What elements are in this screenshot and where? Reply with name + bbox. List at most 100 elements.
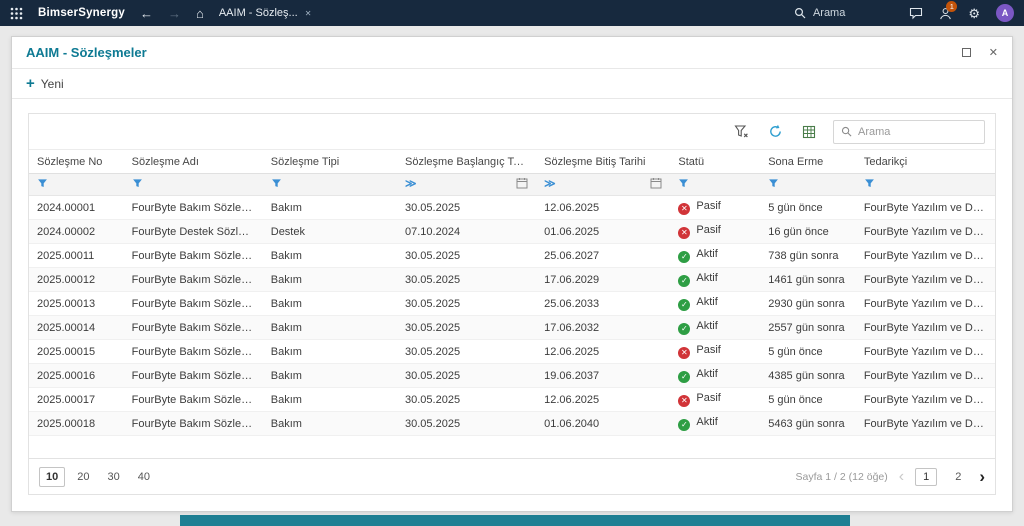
- start-date-cell: 30.05.2025: [397, 195, 537, 220]
- table-row[interactable]: 2025.00014 FourByte Bakım Sözleşmesi Bakım…: [29, 315, 995, 340]
- filter-cell-supplier[interactable]: [855, 173, 995, 196]
- grid-search-input[interactable]: [858, 125, 977, 138]
- table-row[interactable]: 2024.00002 FourByte Destek Sözleşmesi Dest…: [29, 219, 995, 244]
- settings-gear-icon[interactable]: ⚙: [968, 7, 980, 20]
- status-cell: ✓ Aktif: [670, 363, 761, 388]
- table-row[interactable]: 2025.00013 FourByte Bakım Sözleşmesi Bakım…: [29, 291, 995, 316]
- refresh-button[interactable]: [765, 122, 785, 142]
- next-page-button[interactable]: ›: [979, 468, 985, 485]
- topbar-search-label: Arama: [812, 7, 846, 19]
- date-operator-icon[interactable]: ≫: [405, 179, 417, 190]
- table-row[interactable]: 2024.00001 FourByte Bakım Sözleşmesi Bakım…: [29, 195, 995, 220]
- status-cell: ✓ Aktif: [670, 315, 761, 340]
- filter-cell-contract-name[interactable]: [123, 173, 263, 196]
- close-icon[interactable]: ✕: [989, 46, 998, 59]
- table-row[interactable]: 2025.00018 FourByte Bakım Sözleşmesi Bakım…: [29, 411, 995, 436]
- filter-icon[interactable]: [271, 178, 282, 192]
- header-row: Sözleşme No Sözleşme Adı Sözleşme Tipi S…: [29, 150, 995, 174]
- status-inactive-icon: ✕: [678, 226, 691, 239]
- notifications-button[interactable]: 1: [939, 0, 958, 20]
- column-header-supplier[interactable]: Tedarikçi: [855, 150, 995, 174]
- start-date-cell: 30.05.2025: [397, 387, 537, 412]
- maximize-icon[interactable]: [961, 48, 971, 57]
- column-header-contract-type[interactable]: Sözleşme Tipi: [262, 150, 398, 174]
- supplier-cell: FourByte Yazılım ve Danışmanlık LTD. ...: [855, 315, 995, 340]
- column-header-expiry[interactable]: Sona Erme: [760, 150, 856, 174]
- window-header: AAIM - Sözleşmeler ✕: [12, 37, 1012, 69]
- expiry-cell: 5 gün önce: [760, 387, 856, 412]
- filter-cell-start-date[interactable]: ≫: [397, 173, 537, 196]
- supplier-cell: FourByte Yazılım ve Danışmanlık LTD. ...: [855, 219, 995, 244]
- contract-name-cell: FourByte Bakım Sözleşmesi: [123, 411, 263, 436]
- filter-cell-expiry[interactable]: [760, 173, 856, 196]
- contract-name-cell: FourByte Bakım Sözleşmesi: [123, 387, 263, 412]
- search-icon: [794, 7, 806, 19]
- user-avatar[interactable]: A: [996, 4, 1014, 22]
- contract-no-cell: 2025.00017: [29, 387, 124, 412]
- column-header-contract-no[interactable]: Sözleşme No: [29, 150, 124, 174]
- refresh-icon: [769, 124, 781, 137]
- status-label: Aktif: [696, 248, 718, 261]
- filter-cell-contract-type[interactable]: [262, 173, 398, 196]
- contract-no-cell: 2025.00018: [29, 411, 124, 436]
- contract-name-cell: FourByte Bakım Sözleşmesi: [123, 243, 263, 268]
- status-cell: ✓ Aktif: [670, 291, 761, 316]
- start-date-cell: 30.05.2025: [397, 363, 537, 388]
- calendar-icon[interactable]: [516, 177, 528, 192]
- page-size-40[interactable]: 40: [132, 468, 156, 486]
- back-button[interactable]: ←: [140, 7, 153, 20]
- filter-row: ≫ ≫: [29, 173, 995, 196]
- open-tab[interactable]: AAIM - Sözleş... ✕: [219, 7, 312, 19]
- filter-icon[interactable]: [132, 178, 143, 192]
- new-button[interactable]: + Yeni: [26, 76, 64, 91]
- home-button[interactable]: ⌂: [196, 7, 204, 20]
- contract-name-cell: FourByte Bakım Sözleşmesi: [123, 315, 263, 340]
- status-inactive-icon: ✕: [678, 346, 691, 359]
- forward-button: →: [167, 5, 181, 21]
- contract-type-cell: Bakım: [262, 195, 398, 220]
- table-row[interactable]: 2025.00016 FourByte Bakım Sözleşmesi Bakım…: [29, 363, 995, 388]
- contract-no-cell: 2025.00011: [29, 243, 124, 268]
- column-header-contract-name[interactable]: Sözleşme Adı: [123, 150, 263, 174]
- filter-icon[interactable]: [37, 178, 48, 192]
- page-2-button[interactable]: 2: [948, 469, 968, 485]
- table-row[interactable]: 2025.00015 FourByte Bakım Sözleşmesi Bakım…: [29, 339, 995, 364]
- calendar-icon[interactable]: [650, 177, 662, 192]
- filter-cell-status[interactable]: [670, 173, 761, 196]
- table-row[interactable]: 2025.00017 FourByte Bakım Sözleşmesi Bakım…: [29, 387, 995, 412]
- filter-icon[interactable]: [864, 178, 875, 192]
- filter-cell-contract-no[interactable]: [29, 173, 124, 196]
- page-size-10[interactable]: 10: [39, 466, 66, 487]
- filter-icon[interactable]: [678, 178, 689, 192]
- status-cell: ✕ Pasif: [670, 339, 761, 364]
- page-size-20[interactable]: 20: [71, 468, 95, 486]
- contract-no-cell: 2025.00016: [29, 363, 124, 388]
- column-header-status[interactable]: Statü: [670, 150, 761, 174]
- chat-button[interactable]: [909, 7, 923, 20]
- status-label: Aktif: [696, 416, 718, 429]
- filter-cell-end-date[interactable]: ≫: [536, 173, 671, 196]
- supplier-cell: FourByte Yazılım ve Danışmanlık LTD. ...: [855, 339, 995, 364]
- expiry-cell: 738 gün sonra: [760, 243, 856, 268]
- date-operator-icon[interactable]: ≫: [544, 179, 556, 190]
- end-date-cell: 17.06.2032: [536, 315, 671, 340]
- page-1-button[interactable]: 1: [915, 467, 938, 486]
- topbar-search[interactable]: Arama: [794, 7, 845, 19]
- clear-filter-button[interactable]: [731, 122, 751, 142]
- end-date-cell: 25.06.2033: [536, 291, 671, 316]
- status-label: Pasif: [696, 224, 721, 237]
- filter-icon[interactable]: [768, 178, 779, 192]
- pager: Sayfa 1 / 2 (12 öğe) ‹ 1 2 ›: [796, 467, 985, 486]
- notification-badge: 1: [946, 0, 958, 12]
- grid-search[interactable]: [833, 119, 985, 144]
- export-button[interactable]: [799, 122, 819, 142]
- table-row[interactable]: 2025.00012 FourByte Bakım Sözleşmesi Bakım…: [29, 267, 995, 292]
- table-row[interactable]: 2025.00011 FourByte Bakım Sözleşmesi Bakım…: [29, 243, 995, 268]
- filter-clear-icon: [733, 125, 748, 138]
- tab-close-icon[interactable]: ✕: [305, 9, 312, 18]
- apps-grid-icon[interactable]: [10, 7, 23, 20]
- column-header-start-date[interactable]: Sözleşme Başlangıç Tarihi: [397, 150, 537, 174]
- page-size-30[interactable]: 30: [102, 468, 126, 486]
- status-label: Aktif: [696, 296, 718, 309]
- column-header-end-date[interactable]: Sözleşme Bitiş Tarihi: [536, 150, 671, 174]
